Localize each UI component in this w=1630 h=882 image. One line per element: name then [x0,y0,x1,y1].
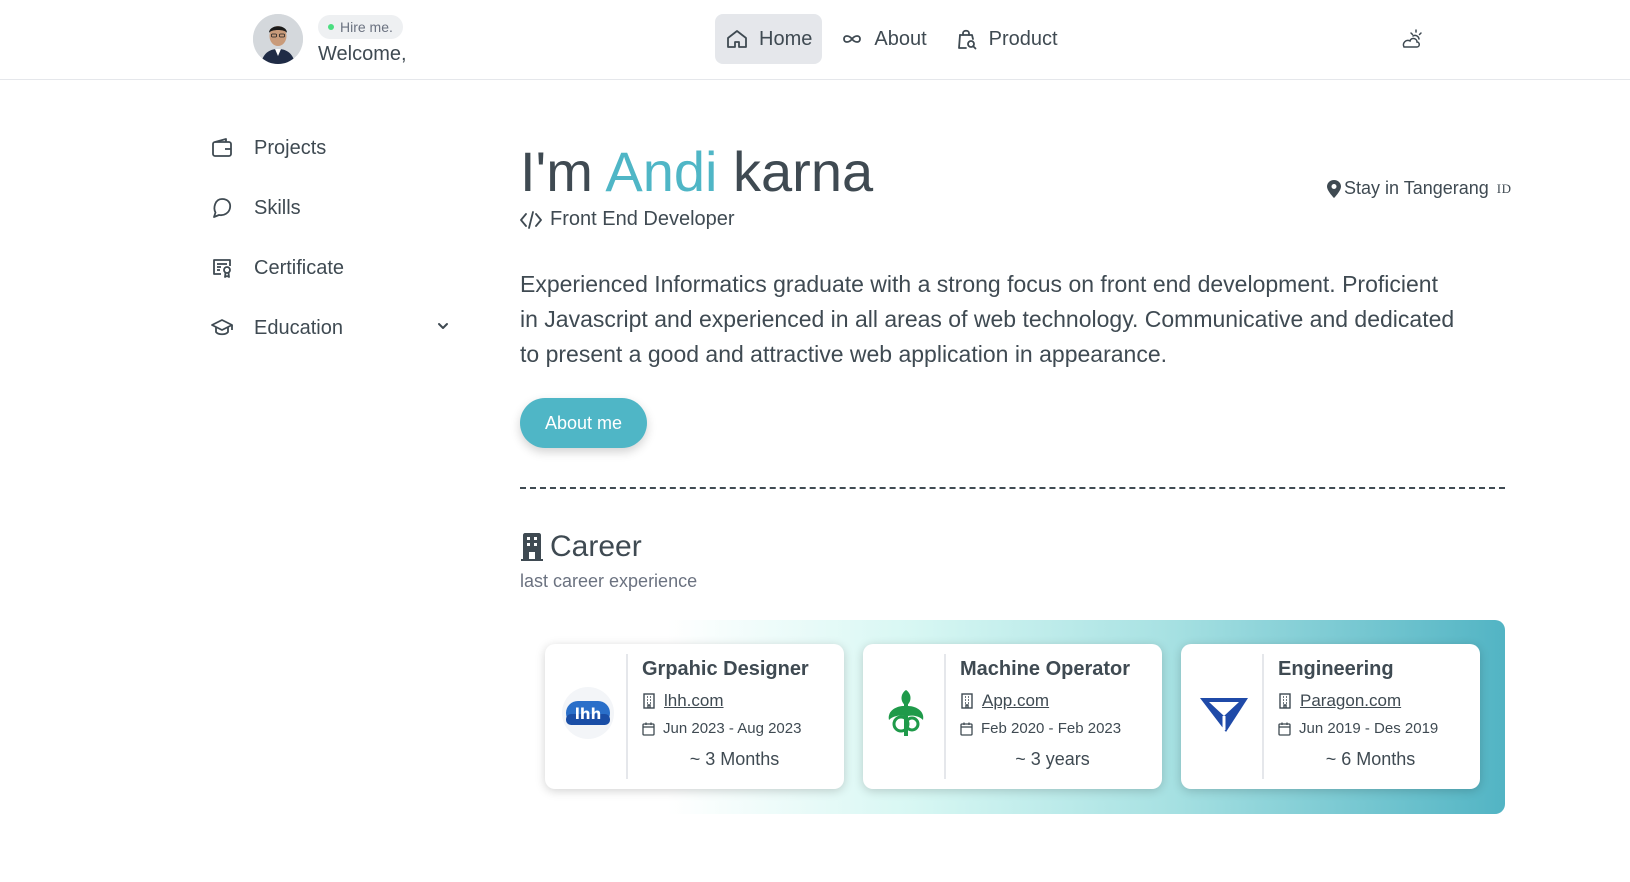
job-title: Machine Operator [960,658,1131,680]
sidebar-item-label: Education [254,316,343,339]
hire-me-label: Hire me. [340,19,393,35]
company-link[interactable]: lhh.com [664,691,724,711]
company-site: App.com [960,691,1049,711]
building-icon [521,533,543,561]
sidebar-item-education[interactable]: Education [205,298,455,358]
company-link[interactable]: App.com [982,691,1049,711]
location-label: Stay in Tangerang [1344,178,1489,198]
job-period: Feb 2020 - Feb 2023 [960,720,1121,737]
wallet-icon [212,138,232,157]
card-divider [1262,654,1264,779]
sidebar-item-certificate[interactable]: Certificate [205,238,455,298]
job-period: Jun 2019 - Des 2019 [1278,720,1438,737]
section-divider [520,487,1505,489]
infinity-icon [843,35,862,43]
about-me-button[interactable]: About me [520,398,647,448]
chat-bubble-icon [213,198,232,218]
main-nav: Home About Product [715,14,1068,64]
hire-me-badge[interactable]: Hire me. [318,15,403,39]
sidebar-item-label: Skills [254,196,301,219]
nav-about[interactable]: About [830,14,936,64]
calendar-icon [960,722,973,736]
role-label: Front End Developer [550,208,735,230]
code-icon [520,210,542,229]
sidebar: Projects Skills Certificate Education [205,118,455,358]
hero-title: I'm Andi karna [520,138,873,206]
avatar[interactable] [253,14,303,64]
chevron-down-icon[interactable] [435,318,451,334]
hero-prefix: I'm [520,140,593,203]
online-status-dot [328,24,334,30]
calendar-icon [642,722,655,736]
bio-description: Experienced Informatics graduate with a … [520,271,1455,367]
card-divider [944,654,946,779]
job-title: Engineering [1278,658,1394,680]
nav-home-label: Home [759,27,813,50]
nav-home[interactable]: Home [715,14,823,64]
sidebar-item-label: Projects [254,136,327,159]
hero-first-name: Andi [605,140,718,203]
building-icon [643,693,655,709]
career-card: Machine Operator App.com Feb 2020 - Feb … [863,644,1162,789]
role: Front End Developer [520,208,735,231]
building-icon [1279,693,1291,709]
job-duration: ~ 3 Months [689,749,780,769]
nav-product[interactable]: Product [945,14,1068,64]
nav-about-label: About [874,27,927,50]
paragon-logo-icon [1200,698,1248,732]
sidebar-item-projects[interactable]: Projects [205,118,455,178]
nav-product-label: Product [988,27,1058,50]
company-site: lhh.com [642,691,724,711]
job-title: Grpahic Designer [642,658,809,680]
calendar-icon [1278,722,1291,736]
country-code: ID [1496,180,1512,196]
job-duration: ~ 3 years [1015,749,1090,769]
job-duration: ~ 6 Months [1325,749,1416,769]
job-period-label: Jun 2023 - Aug 2023 [663,720,802,737]
sidebar-item-skills[interactable]: Skills [205,178,455,238]
career-card: lhh Grpahic Designer lhh.com Jun 2023 - … [545,644,844,789]
career-panel: lhh Grpahic Designer lhh.com Jun 2023 - … [520,620,1505,814]
career-heading: Career [520,530,642,564]
sidebar-item-label: Certificate [254,256,345,279]
company-site: Paragon.com [1278,691,1401,711]
career-card: Engineering Paragon.com Jun 2019 - Des 2… [1181,644,1480,789]
card-divider [626,654,628,779]
welcome-text: Welcome, [318,43,407,65]
certificate-icon [213,259,231,278]
svg-text:lhh: lhh [575,705,602,723]
cloud-sun-icon[interactable] [1398,26,1424,52]
map-pin-icon [1327,179,1341,198]
top-navbar: Hire me. Welcome, Home About Product [0,0,1630,80]
career-subtitle: last career experience [520,571,698,591]
job-period-label: Jun 2019 - Des 2019 [1299,720,1439,737]
lhh-logo-icon: lhh [562,687,614,739]
hero-last-name: karna [733,140,874,203]
building-icon [961,693,973,709]
home-icon [727,30,747,48]
shopping-bag-icon [957,29,977,50]
career-title: Career [550,530,642,563]
job-period: Jun 2023 - Aug 2023 [642,720,801,737]
job-period-label: Feb 2020 - Feb 2023 [981,720,1122,737]
graduation-cap-icon [211,319,233,336]
profile-photo-icon [253,14,303,64]
app-logo-icon [888,690,924,736]
company-link[interactable]: Paragon.com [1300,691,1401,711]
location: Stay in Tangerang ID [1327,178,1512,199]
